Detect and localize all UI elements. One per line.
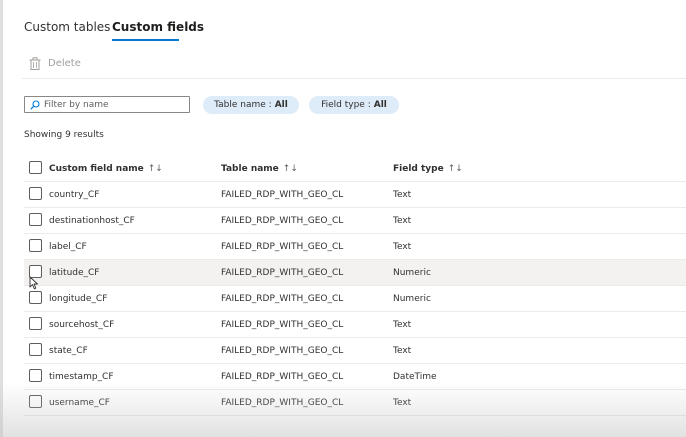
- select-all-checkbox[interactable]: [29, 161, 42, 174]
- filter-by-name-input[interactable]: [44, 99, 184, 110]
- tab-custom-fields[interactable]: Custom fields: [112, 20, 204, 34]
- table-name-cell: FAILED_RDP_WITH_GEO_CL: [221, 216, 344, 226]
- field-type-cell: Text: [393, 320, 412, 330]
- field-type-cell: Text: [393, 190, 412, 200]
- field-type-filter-label: Field type :: [321, 100, 371, 110]
- field-type-cell: Text: [393, 242, 412, 252]
- table-name-cell: FAILED_RDP_WITH_GEO_CL: [221, 190, 344, 200]
- results-count: Showing 9 results: [24, 130, 104, 140]
- field-name-cell: label_CF: [49, 242, 87, 252]
- table-row[interactable]: timestamp_CF FAILED_RDP_WITH_GEO_CL Date…: [24, 364, 686, 390]
- column-label: Table name: [221, 164, 279, 174]
- table-name-filter-pill[interactable]: Table name : All: [203, 96, 299, 114]
- column-label: Custom field name: [49, 164, 144, 174]
- trash-icon: [29, 57, 41, 70]
- table-header-row: Custom field name ↑↓ Table name ↑↓ Field t…: [24, 156, 686, 182]
- sort-icon[interactable]: ↑↓: [283, 164, 298, 174]
- column-header-table-name[interactable]: Table name ↑↓: [221, 164, 298, 174]
- field-name-cell: sourcehost_CF: [49, 320, 115, 330]
- row-checkbox[interactable]: [29, 291, 42, 304]
- field-type-cell: Text: [393, 398, 412, 408]
- table-name-cell: FAILED_RDP_WITH_GEO_CL: [221, 398, 344, 408]
- field-name-cell: destinationhost_CF: [49, 216, 135, 226]
- table-row[interactable]: username_CF FAILED_RDP_WITH_GEO_CL Text: [24, 390, 686, 416]
- field-type-cell: Numeric: [393, 294, 431, 304]
- table-name-cell: FAILED_RDP_WITH_GEO_CL: [221, 294, 344, 304]
- row-checkbox[interactable]: [29, 395, 42, 408]
- table-name-cell: FAILED_RDP_WITH_GEO_CL: [221, 320, 344, 330]
- field-name-cell: country_CF: [49, 190, 100, 200]
- custom-fields-table: Custom field name ↑↓ Table name ↑↓ Field t…: [24, 156, 686, 416]
- field-name-cell: state_CF: [49, 346, 88, 356]
- mouse-pointer-icon: [29, 276, 38, 290]
- row-checkbox[interactable]: [29, 187, 42, 200]
- tab-custom-tables[interactable]: Custom tables: [24, 20, 110, 34]
- row-checkbox[interactable]: [29, 213, 42, 226]
- table-name-filter-label: Table name :: [214, 100, 272, 110]
- field-type-cell: Text: [393, 216, 412, 226]
- field-type-cell: DateTime: [393, 372, 437, 382]
- field-type-filter-value: All: [373, 100, 387, 110]
- field-type-cell: Numeric: [393, 268, 431, 278]
- filter-field[interactable]: [24, 96, 190, 113]
- field-name-cell: latitude_CF: [49, 268, 100, 278]
- delete-label: Delete: [48, 58, 81, 69]
- left-border: [0, 0, 3, 437]
- row-checkbox[interactable]: [29, 343, 42, 356]
- row-checkbox[interactable]: [29, 369, 42, 382]
- table-row[interactable]: country_CF FAILED_RDP_WITH_GEO_CL Text: [24, 182, 686, 208]
- table-row[interactable]: label_CF FAILED_RDP_WITH_GEO_CL Text: [24, 234, 686, 260]
- field-type-cell: Text: [393, 346, 412, 356]
- row-checkbox[interactable]: [29, 317, 42, 330]
- column-label: Field type: [393, 164, 444, 174]
- column-header-custom-field-name[interactable]: Custom field name ↑↓: [49, 164, 163, 174]
- table-row[interactable]: longitude_CF FAILED_RDP_WITH_GEO_CL Nume…: [24, 286, 686, 312]
- field-name-cell: timestamp_CF: [49, 372, 114, 382]
- sort-icon[interactable]: ↑↓: [148, 164, 163, 174]
- table-row[interactable]: latitude_CF FAILED_RDP_WITH_GEO_CL Numer…: [24, 260, 686, 286]
- active-tab-indicator: [112, 39, 179, 41]
- field-name-cell: longitude_CF: [49, 294, 108, 304]
- table-name-filter-value: All: [274, 100, 288, 110]
- field-name-cell: username_CF: [49, 398, 110, 408]
- command-bar: Delete: [22, 52, 686, 79]
- delete-button[interactable]: Delete: [29, 57, 81, 70]
- sort-icon[interactable]: ↑↓: [448, 164, 463, 174]
- search-icon: [30, 99, 40, 110]
- field-type-filter-pill[interactable]: Field type : All: [309, 96, 399, 114]
- table-name-cell: FAILED_RDP_WITH_GEO_CL: [221, 346, 344, 356]
- table-row[interactable]: state_CF FAILED_RDP_WITH_GEO_CL Text: [24, 338, 686, 364]
- table-name-cell: FAILED_RDP_WITH_GEO_CL: [221, 372, 344, 382]
- column-header-field-type[interactable]: Field type ↑↓: [393, 164, 463, 174]
- table-name-cell: FAILED_RDP_WITH_GEO_CL: [221, 268, 344, 278]
- table-name-cell: FAILED_RDP_WITH_GEO_CL: [221, 242, 344, 252]
- table-row[interactable]: sourcehost_CF FAILED_RDP_WITH_GEO_CL Tex…: [24, 312, 686, 338]
- table-row[interactable]: destinationhost_CF FAILED_RDP_WITH_GEO_C…: [24, 208, 686, 234]
- row-checkbox[interactable]: [29, 239, 42, 252]
